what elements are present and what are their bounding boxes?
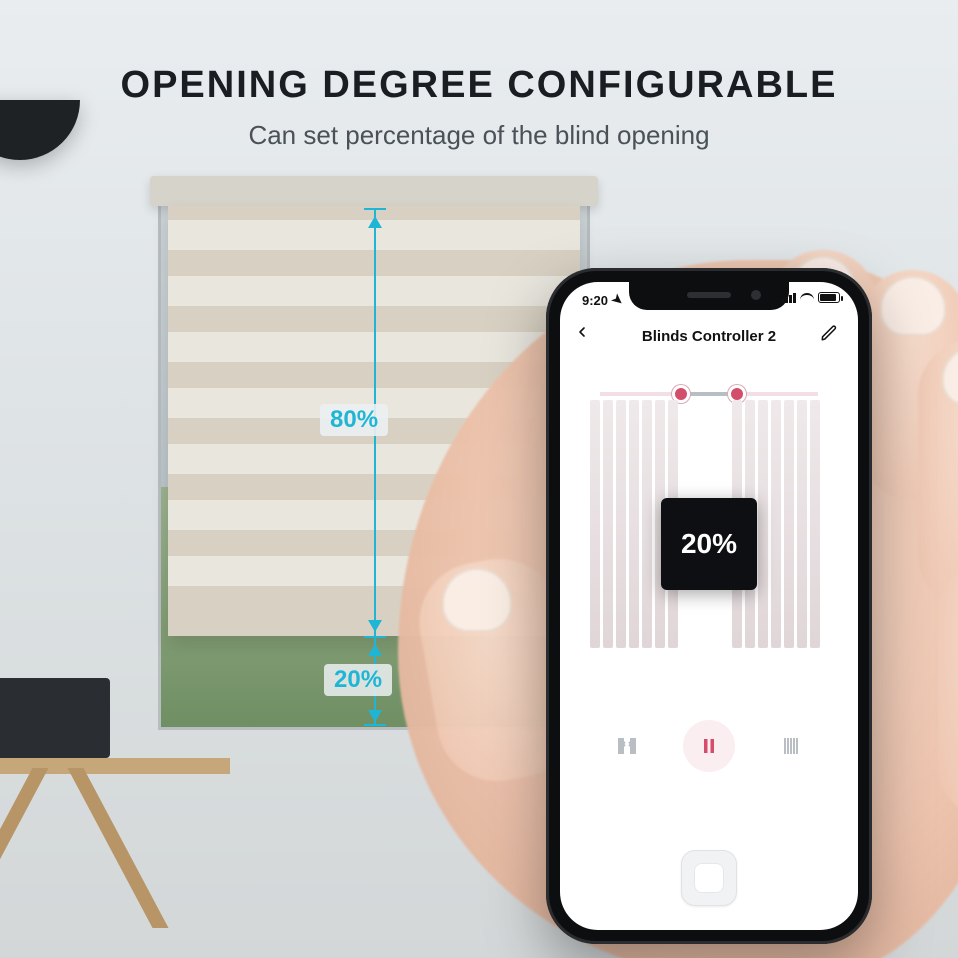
battery-icon [818, 292, 840, 303]
pause-icon [697, 734, 721, 758]
annotation-tick [364, 636, 386, 638]
position-rail [600, 392, 818, 396]
edit-button[interactable] [820, 324, 844, 348]
annotation-closed-pct: 80% [320, 404, 388, 436]
phone-frame: 9:20 ➤ Blinds Controller 2 [546, 268, 872, 944]
arrow-up-icon [368, 216, 382, 228]
wifi-icon [800, 293, 814, 303]
promo-scene: OPENING DEGREE CONFIGURABLE Can set perc… [0, 0, 958, 958]
annotation-open-pct: 20% [324, 664, 392, 696]
cell-signal-icon [781, 293, 796, 303]
rail-segment [744, 392, 818, 396]
annotation-tick [364, 208, 386, 210]
close-button[interactable] [765, 720, 817, 772]
arrow-down-icon [368, 620, 382, 632]
chevron-left-icon [574, 324, 590, 340]
curtain-stage: 20% [560, 378, 858, 668]
location-icon: ➤ [608, 290, 627, 309]
control-row [560, 710, 858, 782]
blind-valance [150, 176, 598, 206]
status-time: 9:20 [582, 293, 608, 308]
arrow-down-icon [368, 710, 382, 722]
desk-lamp [0, 100, 80, 160]
pencil-icon [820, 324, 838, 342]
open-button[interactable] [601, 720, 653, 772]
position-badge: 20% [661, 498, 757, 590]
promo-headline: OPENING DEGREE CONFIGURABLE [0, 64, 958, 107]
curtain-open-icon [615, 734, 639, 758]
laptop [0, 678, 110, 758]
annotation-tick [364, 724, 386, 726]
pause-button[interactable] [683, 720, 735, 772]
arrow-up-icon [368, 644, 382, 656]
status-bar: 9:20 ➤ [560, 290, 858, 310]
app-header: Blinds Controller 2 [560, 318, 858, 354]
home-button[interactable] [681, 850, 737, 906]
app-title: Blinds Controller 2 [642, 328, 776, 345]
curtain-close-icon [779, 734, 803, 758]
promo-subhead: Can set percentage of the blind opening [0, 120, 958, 151]
back-button[interactable] [574, 324, 598, 348]
rail-segment [600, 392, 674, 396]
phone-screen: 9:20 ➤ Blinds Controller 2 [560, 282, 858, 930]
